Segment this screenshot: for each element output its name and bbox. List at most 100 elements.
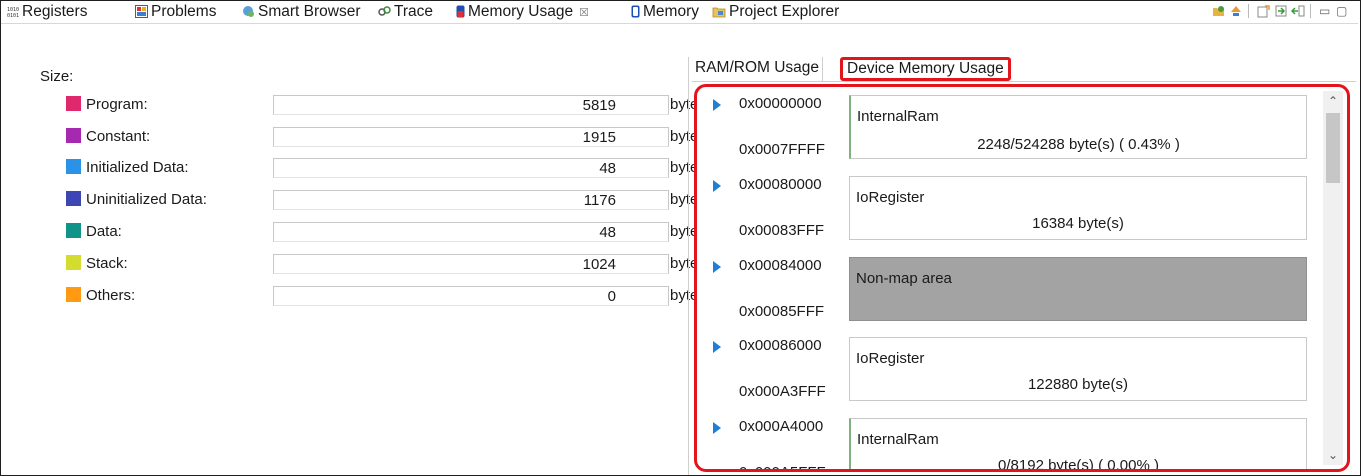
- end-address: 0x000A5FFF: [739, 464, 826, 469]
- scroll-down-icon[interactable]: ⌄: [1323, 445, 1343, 465]
- size-value-field: 5819: [273, 95, 669, 115]
- scroll-up-icon[interactable]: ⌃: [1323, 91, 1343, 111]
- toolbar-separator: [1248, 4, 1249, 19]
- size-value: 48: [599, 160, 616, 177]
- block-name: InternalRam: [857, 431, 939, 448]
- size-row-label: Others:: [86, 287, 136, 304]
- size-row-others: Others: 0 byte(s): [66, 286, 716, 308]
- program-color-swatch: [66, 96, 81, 111]
- size-value: 0: [607, 288, 616, 305]
- memory-usage-icon: [456, 3, 465, 24]
- scroll-thumb[interactable]: [1326, 113, 1340, 183]
- trace-icon: [378, 3, 391, 24]
- size-row-constant: Constant: 1915 byte(s): [66, 127, 716, 149]
- end-address: 0x00085FFF: [739, 303, 825, 320]
- expand-arrow-icon[interactable]: [713, 341, 721, 353]
- start-address: 0x000A4000: [739, 418, 824, 435]
- size-value-field: 48: [273, 158, 669, 178]
- memory-block-internal-ram[interactable]: InternalRam 2248/524288 byte(s) ( 0.43% …: [849, 95, 1307, 159]
- tab-label: Problems: [151, 3, 217, 20]
- block-size: 0/8192 byte(s) ( 0.00% ): [998, 457, 1159, 472]
- tab-memory-usage[interactable]: Memory Usage ☒: [456, 1, 589, 22]
- size-value: 1915: [582, 129, 616, 146]
- size-row-data: Data: 48 byte(s): [66, 222, 716, 244]
- uninitialized-data-color-swatch: [66, 191, 81, 206]
- tab-label: Trace: [394, 3, 434, 20]
- stack-color-swatch: [66, 255, 81, 270]
- close-tab-icon[interactable]: ☒: [579, 7, 589, 19]
- memory-icon: [631, 3, 640, 24]
- device-memory-map: 0x00000000 0x0007FFFF InternalRam 2248/5…: [694, 84, 1350, 472]
- size-value-field: 48: [273, 222, 669, 242]
- tab-label: Memory: [643, 3, 699, 20]
- tab-label: Project Explorer: [729, 3, 840, 20]
- start-address: 0x00000000: [739, 95, 822, 112]
- tab-registers[interactable]: 1010 0101 Registers: [7, 1, 87, 22]
- tab-device-memory-usage[interactable]: Device Memory Usage: [840, 57, 1011, 81]
- tab-problems[interactable]: Problems: [135, 1, 216, 22]
- maximize-icon[interactable]: ▢: [1336, 4, 1350, 18]
- others-color-swatch: [66, 287, 81, 302]
- size-value-field: 0: [273, 286, 669, 306]
- smart-browser-icon: [242, 3, 255, 24]
- size-row-label: Program:: [86, 96, 148, 113]
- size-heading: Size:: [40, 68, 74, 85]
- size-value-field: 1176: [273, 190, 669, 210]
- constant-color-swatch: [66, 128, 81, 143]
- size-row-stack: Stack: 1024 byte(s): [66, 254, 716, 276]
- size-value: 48: [599, 224, 616, 241]
- vertical-scrollbar[interactable]: ⌃ ⌄: [1323, 91, 1343, 465]
- size-row-label: Uninitialized Data:: [86, 191, 207, 208]
- start-address: 0x00084000: [739, 257, 822, 274]
- export-icon[interactable]: [1257, 4, 1271, 18]
- tab-project-explorer[interactable]: Project Explorer: [712, 1, 839, 22]
- refresh-icon[interactable]: [1229, 4, 1243, 18]
- problems-icon: [135, 3, 148, 24]
- block-size: 16384 byte(s): [1032, 215, 1124, 232]
- memory-block-internal-ram[interactable]: InternalRam 0/8192 byte(s) ( 0.00% ): [849, 418, 1307, 472]
- tab-strip: 1010 0101 Registers Problems Smart Browse…: [1, 1, 1358, 22]
- expand-arrow-icon[interactable]: [713, 180, 721, 192]
- expand-arrow-icon[interactable]: [713, 261, 721, 273]
- size-value: 5819: [582, 97, 616, 114]
- open-folder-icon[interactable]: [1212, 4, 1226, 18]
- block-name: Non-map area: [856, 270, 952, 287]
- size-row-label: Data:: [86, 223, 122, 240]
- registers-icon: 1010 0101: [7, 3, 19, 24]
- memory-entry[interactable]: 0x000A4000 0x000A5FFF InternalRam 0/8192…: [709, 418, 1339, 472]
- memory-entry[interactable]: 0x00080000 0x00083FFF IoRegister 16384 b…: [709, 176, 1339, 254]
- tab-memory[interactable]: Memory: [631, 1, 699, 22]
- svg-text:0101: 0101: [7, 13, 19, 18]
- view-tab-bar: 1010 0101 Registers Problems Smart Browse…: [1, 1, 1358, 57]
- memory-entry[interactable]: 0x00084000 0x00085FFF Non-map area: [709, 257, 1339, 335]
- tab-smart-browser[interactable]: Smart Browser: [242, 1, 361, 22]
- collapse-icon[interactable]: [1290, 4, 1305, 18]
- size-value-field: 1915: [273, 127, 669, 147]
- initialized-data-color-swatch: [66, 159, 81, 174]
- start-address: 0x00080000: [739, 176, 822, 193]
- view-toolbar: ▭ ▢: [1209, 2, 1350, 22]
- tab-divider: [1, 23, 1358, 24]
- expand-arrow-icon[interactable]: [713, 99, 721, 111]
- end-address: 0x000A3FFF: [739, 383, 826, 400]
- memory-block-non-map[interactable]: Non-map area: [849, 257, 1307, 321]
- pane-splitter[interactable]: [688, 57, 689, 475]
- minimize-icon[interactable]: ▭: [1319, 4, 1333, 18]
- size-value: 1024: [582, 256, 616, 273]
- tab-label: Registers: [22, 3, 88, 20]
- end-address: 0x00083FFF: [739, 222, 825, 239]
- memory-block-io-register[interactable]: IoRegister 122880 byte(s): [849, 337, 1307, 401]
- start-address: 0x00086000: [739, 337, 822, 354]
- tab-label: Memory Usage: [468, 3, 574, 20]
- expand-arrow-icon[interactable]: [713, 422, 721, 434]
- tab-label: Smart Browser: [258, 3, 361, 20]
- memory-entry[interactable]: 0x00086000 0x000A3FFF IoRegister 122880 …: [709, 337, 1339, 415]
- size-row-label: Constant:: [86, 128, 151, 145]
- tab-ram-rom-usage[interactable]: RAM/ROM Usage: [692, 57, 824, 81]
- tab-trace[interactable]: Trace: [378, 1, 433, 22]
- memory-entry[interactable]: 0x00000000 0x0007FFFF InternalRam 2248/5…: [709, 95, 1339, 173]
- import-icon[interactable]: [1274, 4, 1288, 18]
- size-row-initialized-data: Initialized Data: 48 byte(s): [66, 158, 716, 180]
- memory-block-io-register[interactable]: IoRegister 16384 byte(s): [849, 176, 1307, 240]
- size-row-program: Program: 5819 byte(s): [66, 95, 716, 117]
